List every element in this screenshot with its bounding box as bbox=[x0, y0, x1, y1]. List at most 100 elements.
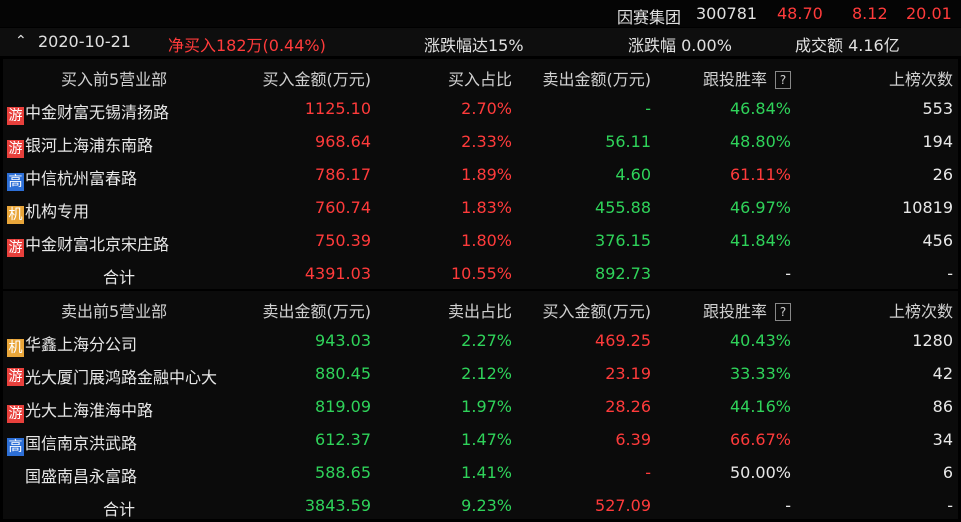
stock-name[interactable]: 因赛集团 bbox=[617, 4, 681, 28]
broker-cell: 游光大上海淮海中路 bbox=[7, 397, 153, 423]
buy-amount: 760.74 bbox=[315, 198, 371, 217]
buy-ratio: 1.89% bbox=[461, 165, 512, 184]
broker-name[interactable]: 中金财富无锡清扬路 bbox=[25, 103, 169, 122]
table-row[interactable]: 游光大厦门展鸿路金融中心大 880.45 2.12% 23.19 33.33% … bbox=[3, 357, 958, 390]
broker-cell: 机华鑫上海分公司 bbox=[7, 331, 137, 357]
list-count: 86 bbox=[932, 397, 953, 416]
tag-icon-you: 游 bbox=[7, 368, 24, 386]
header-sell-ratio[interactable]: 卖出占比 bbox=[448, 298, 512, 322]
sell-amount: - bbox=[645, 99, 651, 118]
header-list-count[interactable]: 上榜次数 bbox=[889, 298, 953, 322]
broker-name[interactable]: 国盛南昌永富路 bbox=[25, 467, 137, 486]
header-win-rate: 跟投胜率? bbox=[703, 66, 791, 90]
header-buy-ratio[interactable]: 买入占比 bbox=[448, 66, 512, 90]
broker-name[interactable]: 光大厦门展鸿路金融中心大 bbox=[25, 364, 217, 388]
header-buy-amount[interactable]: 买入金额(万元) bbox=[543, 298, 652, 322]
buy-ratio: 1.83% bbox=[461, 198, 512, 217]
total-sell-amount: 3843.59 bbox=[304, 496, 371, 515]
sell-amount: 819.09 bbox=[315, 397, 371, 416]
table-row[interactable]: 机华鑫上海分公司 943.03 2.27% 469.25 40.43% 1280 bbox=[3, 324, 958, 357]
win-rate: 44.16% bbox=[729, 397, 791, 416]
buy-header-row: 买入前5营业部 买入金额(万元) 买入占比 卖出金额(万元) 跟投胜率? 上榜次… bbox=[3, 59, 958, 92]
buy-amount: 23.19 bbox=[605, 364, 651, 383]
total-buy-amount: 527.09 bbox=[595, 496, 651, 515]
change-percent: 涨跌幅 0.00% bbox=[628, 36, 732, 55]
tag-icon-you: 游 bbox=[7, 140, 24, 158]
sell-top5-table: 卖出前5营业部 卖出金额(万元) 卖出占比 买入金额(万元) 跟投胜率? 上榜次… bbox=[3, 291, 958, 519]
header-win-rate-label[interactable]: 跟投胜率 bbox=[703, 70, 767, 89]
list-count: 34 bbox=[932, 430, 953, 449]
turnover: 成交额 4.16亿 bbox=[795, 36, 900, 55]
stock-change-pct: 20.01 bbox=[906, 4, 952, 23]
buy-amount: 968.64 bbox=[315, 132, 371, 151]
header-sell-amount[interactable]: 卖出金额(万元) bbox=[543, 66, 652, 90]
broker-name[interactable]: 华鑫上海分公司 bbox=[25, 335, 137, 354]
header-sell-amount[interactable]: 卖出金额(万元) bbox=[263, 298, 372, 322]
table-row[interactable]: 高国信南京洪武路 612.37 1.47% 6.39 66.67% 34 bbox=[3, 423, 958, 456]
win-rate: 61.11% bbox=[729, 165, 791, 184]
sell-total-row: 合计 3843.59 9.23% 527.09 - - bbox=[3, 489, 958, 522]
sell-amount: 56.11 bbox=[605, 132, 651, 151]
stock-quote-bar: 因赛集团 300781 48.70 8.12 20.01 bbox=[0, 0, 961, 27]
tag-icon-ji: 机 bbox=[7, 339, 24, 357]
win-rate: 48.80% bbox=[729, 132, 791, 151]
win-rate: 41.84% bbox=[729, 231, 791, 250]
broker-name[interactable]: 光大上海淮海中路 bbox=[25, 401, 153, 420]
table-row[interactable]: 游银河上海浦东南路 968.64 2.33% 56.11 48.80% 194 bbox=[3, 125, 958, 158]
buy-amount: - bbox=[645, 463, 651, 482]
buy-top5-table: 买入前5营业部 买入金额(万元) 买入占比 卖出金额(万元) 跟投胜率? 上榜次… bbox=[3, 59, 958, 289]
header-buy-amount[interactable]: 买入金额(万元) bbox=[263, 66, 372, 90]
broker-name[interactable]: 中金财富北京宋庄路 bbox=[25, 235, 169, 254]
table-row[interactable]: 游光大上海淮海中路 819.09 1.97% 28.26 44.16% 86 bbox=[3, 390, 958, 423]
sell-ratio: 1.97% bbox=[461, 397, 512, 416]
buy-ratio: 2.70% bbox=[461, 99, 512, 118]
tag-icon-ji: 机 bbox=[7, 206, 24, 224]
dragon-tiger-summary[interactable]: ⌃ 2020-10-21 净买入182万(0.44%) 涨跌幅达15% 涨跌幅 … bbox=[0, 28, 961, 56]
sell-amount: 880.45 bbox=[315, 364, 371, 383]
tag-icon-you: 游 bbox=[7, 405, 24, 423]
table-row[interactable]: 国盛南昌永富路 588.65 1.41% - 50.00% 6 bbox=[3, 456, 958, 489]
table-row[interactable]: 游中金财富北京宋庄路 750.39 1.80% 376.15 41.84% 45… bbox=[3, 224, 958, 257]
list-count: 26 bbox=[932, 165, 953, 184]
buy-ratio: 1.80% bbox=[461, 231, 512, 250]
sell-ratio: 2.27% bbox=[461, 331, 512, 350]
list-count: 42 bbox=[932, 364, 953, 383]
total-label: 合计 bbox=[103, 268, 136, 287]
net-buy: 净买入182万(0.44%) bbox=[168, 36, 326, 55]
buy-amount: 28.26 bbox=[605, 397, 651, 416]
table-row[interactable]: 高中信杭州富春路 786.17 1.89% 4.60 61.11% 26 bbox=[3, 158, 958, 191]
table-row[interactable]: 机机构专用 760.74 1.83% 455.88 46.97% 10819 bbox=[3, 191, 958, 224]
sell-amount: 4.60 bbox=[615, 165, 651, 184]
list-count: 553 bbox=[922, 99, 953, 118]
buy-amount: 6.39 bbox=[615, 430, 651, 449]
win-rate: 40.43% bbox=[729, 331, 791, 350]
tag-icon-gao: 高 bbox=[7, 438, 24, 456]
list-date: 2020-10-21 bbox=[38, 32, 131, 51]
broker-cell: 游光大厦门展鸿路金融中心大 bbox=[7, 364, 217, 388]
broker-name[interactable]: 国信南京洪武路 bbox=[25, 434, 137, 453]
sell-amount: 612.37 bbox=[315, 430, 371, 449]
table-row[interactable]: 游中金财富无锡清扬路 1125.10 2.70% - 46.84% 553 bbox=[3, 92, 958, 125]
sell-amount: 588.65 bbox=[315, 463, 371, 482]
buy-amount: 469.25 bbox=[595, 331, 651, 350]
win-rate: 46.97% bbox=[729, 198, 791, 217]
broker-cell: 游银河上海浦东南路 bbox=[7, 132, 153, 158]
help-icon[interactable]: ? bbox=[775, 71, 791, 89]
header-list-count[interactable]: 上榜次数 bbox=[889, 66, 953, 90]
broker-cell: 机机构专用 bbox=[7, 198, 89, 224]
broker-name[interactable]: 银河上海浦东南路 bbox=[25, 136, 153, 155]
win-rate: 50.00% bbox=[729, 463, 791, 482]
header-broker: 买入前5营业部 bbox=[61, 70, 168, 89]
tag-icon-you: 游 bbox=[7, 107, 24, 125]
tag-icon-gao: 高 bbox=[7, 173, 24, 191]
sell-ratio: 1.47% bbox=[461, 430, 512, 449]
help-icon[interactable]: ? bbox=[775, 303, 791, 321]
broker-name[interactable]: 中信杭州富春路 bbox=[25, 169, 137, 188]
broker-name[interactable]: 机构专用 bbox=[25, 202, 89, 221]
stock-change: 8.12 bbox=[852, 4, 888, 23]
header-win-rate-label[interactable]: 跟投胜率 bbox=[703, 302, 767, 321]
sell-amount: 376.15 bbox=[595, 231, 651, 250]
total-label: 合计 bbox=[103, 500, 136, 519]
chevron-up-icon[interactable]: ⌃ bbox=[15, 33, 27, 49]
list-count: 6 bbox=[942, 463, 953, 482]
